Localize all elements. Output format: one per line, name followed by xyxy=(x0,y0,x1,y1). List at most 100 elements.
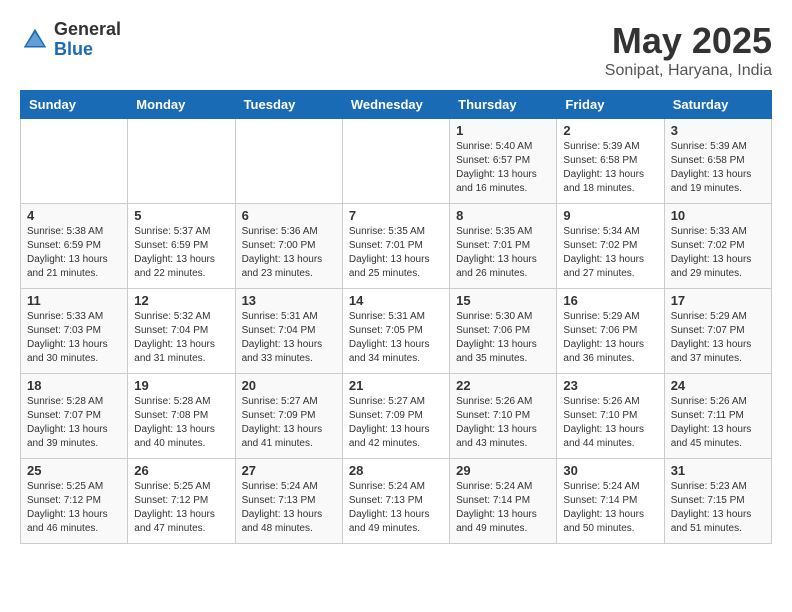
day-info: Sunrise: 5:24 AMSunset: 7:14 PMDaylight:… xyxy=(456,480,550,536)
day-number: 3 xyxy=(671,123,765,138)
day-number: 10 xyxy=(671,208,765,223)
day-number: 7 xyxy=(349,208,443,223)
day-number: 23 xyxy=(563,378,657,393)
day-info: Sunrise: 5:31 AMSunset: 7:04 PMDaylight:… xyxy=(242,310,336,366)
day-info: Sunrise: 5:35 AMSunset: 7:01 PMDaylight:… xyxy=(349,225,443,281)
day-info: Sunrise: 5:27 AMSunset: 7:09 PMDaylight:… xyxy=(349,395,443,451)
day-cell: 9 Sunrise: 5:34 AMSunset: 7:02 PMDaylight… xyxy=(557,204,664,289)
column-header-friday: Friday xyxy=(557,91,664,119)
week-row-5: 25 Sunrise: 5:25 AMSunset: 7:12 PMDayligh… xyxy=(21,459,772,544)
day-cell: 22 Sunrise: 5:26 AMSunset: 7:10 PMDayligh… xyxy=(450,374,557,459)
day-info: Sunrise: 5:40 AMSunset: 6:57 PMDaylight:… xyxy=(456,140,550,196)
day-info: Sunrise: 5:27 AMSunset: 7:09 PMDaylight:… xyxy=(242,395,336,451)
day-cell: 29 Sunrise: 5:24 AMSunset: 7:14 PMDayligh… xyxy=(450,459,557,544)
day-cell: 23 Sunrise: 5:26 AMSunset: 7:10 PMDayligh… xyxy=(557,374,664,459)
week-row-3: 11 Sunrise: 5:33 AMSunset: 7:03 PMDayligh… xyxy=(21,289,772,374)
day-cell: 16 Sunrise: 5:29 AMSunset: 7:06 PMDayligh… xyxy=(557,289,664,374)
day-cell: 20Sunrise: 5:27 AMSunset: 7:09 PMDayligh… xyxy=(235,374,342,459)
day-number: 26 xyxy=(134,463,228,478)
week-row-4: 18 Sunrise: 5:28 AMSunset: 7:07 PMDayligh… xyxy=(21,374,772,459)
day-number: 8 xyxy=(456,208,550,223)
day-cell: 2Sunrise: 5:39 AMSunset: 6:58 PMDaylight… xyxy=(557,119,664,204)
day-number: 9 xyxy=(563,208,657,223)
day-cell: 31Sunrise: 5:23 AMSunset: 7:15 PMDayligh… xyxy=(664,459,771,544)
day-info: Sunrise: 5:30 AMSunset: 7:06 PMDaylight:… xyxy=(456,310,550,366)
day-number: 24 xyxy=(671,378,765,393)
calendar-header-row: SundayMondayTuesdayWednesdayThursdayFrid… xyxy=(21,91,772,119)
day-cell: 13 Sunrise: 5:31 AMSunset: 7:04 PMDayligh… xyxy=(235,289,342,374)
day-cell: 10 Sunrise: 5:33 AMSunset: 7:02 PMDayligh… xyxy=(664,204,771,289)
day-number: 16 xyxy=(563,293,657,308)
day-cell: 26 Sunrise: 5:25 AMSunset: 7:12 PMDayligh… xyxy=(128,459,235,544)
day-cell: 1 Sunrise: 5:40 AMSunset: 6:57 PMDaylight… xyxy=(450,119,557,204)
column-header-thursday: Thursday xyxy=(450,91,557,119)
logo-icon xyxy=(20,25,50,55)
day-cell: 15 Sunrise: 5:30 AMSunset: 7:06 PMDayligh… xyxy=(450,289,557,374)
month-title: May 2025 xyxy=(605,20,772,62)
day-number: 1 xyxy=(456,123,550,138)
column-header-monday: Monday xyxy=(128,91,235,119)
day-cell: 27 Sunrise: 5:24 AMSunset: 7:13 PMDayligh… xyxy=(235,459,342,544)
day-info: Sunrise: 5:26 AMSunset: 7:10 PMDaylight:… xyxy=(563,395,657,451)
day-info: Sunrise: 5:34 AMSunset: 7:02 PMDaylight:… xyxy=(563,225,657,281)
logo-general: General xyxy=(54,20,121,40)
day-number: 21 xyxy=(349,378,443,393)
day-number: 12 xyxy=(134,293,228,308)
day-info: Sunrise: 5:29 AMSunset: 7:07 PMDaylight:… xyxy=(671,310,765,366)
day-number: 4 xyxy=(27,208,121,223)
day-info: Sunrise: 5:26 AMSunset: 7:10 PMDaylight:… xyxy=(456,395,550,451)
day-number: 27 xyxy=(242,463,336,478)
location-subtitle: Sonipat, Haryana, India xyxy=(605,62,772,80)
column-header-saturday: Saturday xyxy=(664,91,771,119)
day-cell xyxy=(21,119,128,204)
day-number: 22 xyxy=(456,378,550,393)
day-cell: 5Sunrise: 5:37 AMSunset: 6:59 PMDaylight… xyxy=(128,204,235,289)
logo-text: General Blue xyxy=(54,20,121,60)
day-number: 31 xyxy=(671,463,765,478)
day-number: 13 xyxy=(242,293,336,308)
day-number: 18 xyxy=(27,378,121,393)
day-cell: 25Sunrise: 5:25 AMSunset: 7:12 PMDayligh… xyxy=(21,459,128,544)
day-cell: 4 Sunrise: 5:38 AMSunset: 6:59 PMDaylight… xyxy=(21,204,128,289)
logo: General Blue xyxy=(20,20,121,60)
day-number: 25 xyxy=(27,463,121,478)
day-cell: 7 Sunrise: 5:35 AMSunset: 7:01 PMDaylight… xyxy=(342,204,449,289)
day-info: Sunrise: 5:38 AMSunset: 6:59 PMDaylight:… xyxy=(27,225,121,281)
day-info: Sunrise: 5:33 AMSunset: 7:02 PMDaylight:… xyxy=(671,225,765,281)
column-header-wednesday: Wednesday xyxy=(342,91,449,119)
column-header-sunday: Sunday xyxy=(21,91,128,119)
week-row-1: 1 Sunrise: 5:40 AMSunset: 6:57 PMDaylight… xyxy=(21,119,772,204)
day-cell: 11 Sunrise: 5:33 AMSunset: 7:03 PMDayligh… xyxy=(21,289,128,374)
day-number: 28 xyxy=(349,463,443,478)
day-cell: 14Sunrise: 5:31 AMSunset: 7:05 PMDayligh… xyxy=(342,289,449,374)
day-cell: 8 Sunrise: 5:35 AMSunset: 7:01 PMDaylight… xyxy=(450,204,557,289)
day-cell: 17Sunrise: 5:29 AMSunset: 7:07 PMDayligh… xyxy=(664,289,771,374)
logo-blue: Blue xyxy=(54,40,121,60)
column-header-tuesday: Tuesday xyxy=(235,91,342,119)
day-info: Sunrise: 5:25 AMSunset: 7:12 PMDaylight:… xyxy=(134,480,228,536)
day-info: Sunrise: 5:28 AMSunset: 7:08 PMDaylight:… xyxy=(134,395,228,451)
day-info: Sunrise: 5:24 AMSunset: 7:14 PMDaylight:… xyxy=(563,480,657,536)
day-number: 30 xyxy=(563,463,657,478)
day-info: Sunrise: 5:29 AMSunset: 7:06 PMDaylight:… xyxy=(563,310,657,366)
day-number: 2 xyxy=(563,123,657,138)
day-number: 5 xyxy=(134,208,228,223)
day-number: 29 xyxy=(456,463,550,478)
day-cell: 6Sunrise: 5:36 AMSunset: 7:00 PMDaylight… xyxy=(235,204,342,289)
day-cell: 21 Sunrise: 5:27 AMSunset: 7:09 PMDayligh… xyxy=(342,374,449,459)
day-info: Sunrise: 5:39 AMSunset: 6:58 PMDaylight:… xyxy=(671,140,765,196)
day-info: Sunrise: 5:24 AMSunset: 7:13 PMDaylight:… xyxy=(242,480,336,536)
day-number: 11 xyxy=(27,293,121,308)
day-cell: 18 Sunrise: 5:28 AMSunset: 7:07 PMDayligh… xyxy=(21,374,128,459)
day-info: Sunrise: 5:28 AMSunset: 7:07 PMDaylight:… xyxy=(27,395,121,451)
day-info: Sunrise: 5:36 AMSunset: 7:00 PMDaylight:… xyxy=(242,225,336,281)
day-number: 19 xyxy=(134,378,228,393)
day-cell xyxy=(128,119,235,204)
day-cell: 28 Sunrise: 5:24 AMSunset: 7:13 PMDayligh… xyxy=(342,459,449,544)
day-info: Sunrise: 5:33 AMSunset: 7:03 PMDaylight:… xyxy=(27,310,121,366)
page-header: General Blue May 2025 Sonipat, Haryana, … xyxy=(20,20,772,80)
day-info: Sunrise: 5:35 AMSunset: 7:01 PMDaylight:… xyxy=(456,225,550,281)
title-area: May 2025 Sonipat, Haryana, India xyxy=(605,20,772,80)
day-info: Sunrise: 5:24 AMSunset: 7:13 PMDaylight:… xyxy=(349,480,443,536)
day-number: 15 xyxy=(456,293,550,308)
